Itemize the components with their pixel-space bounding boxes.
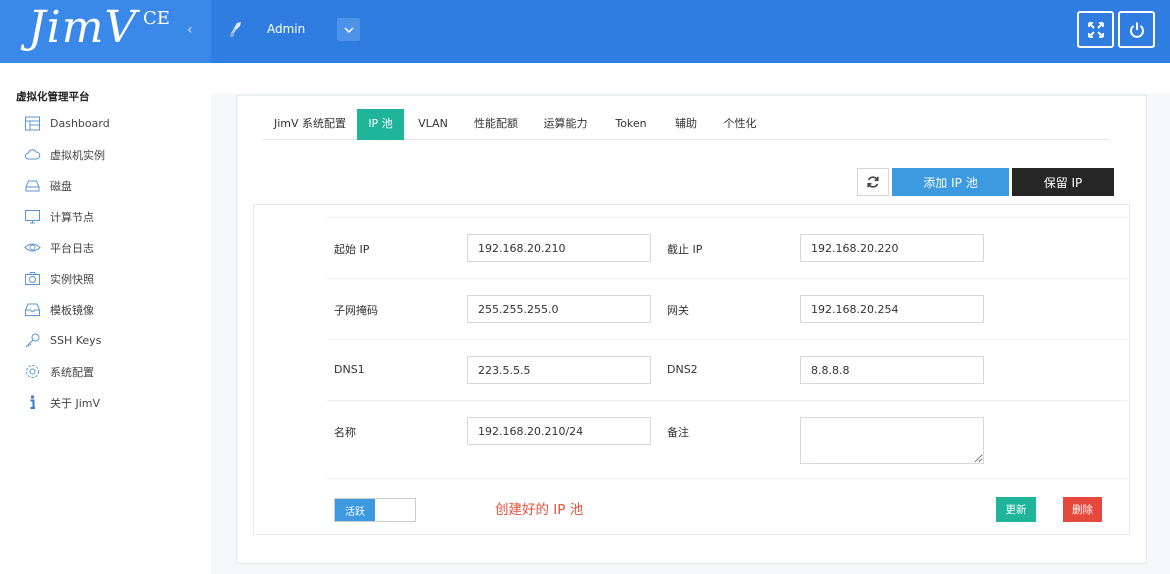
dns1-input[interactable]	[467, 356, 651, 384]
power-icon	[1129, 22, 1144, 38]
sidebar-item-snapshots[interactable]: 实例快照	[0, 263, 211, 294]
tab-system-config[interactable]: JimV 系统配置	[263, 109, 357, 140]
user-dropdown-button[interactable]	[337, 18, 360, 41]
sidebar-item-label: 计算节点	[50, 210, 94, 224]
sidebar-title: 虚拟化管理平台	[16, 91, 90, 103]
dashboard-icon	[25, 116, 40, 131]
gateway-label: 网关	[667, 304, 689, 317]
camera-icon	[25, 272, 40, 285]
user-avatar-icon[interactable]	[228, 21, 244, 39]
brand-area: JimV CE ‹	[0, 0, 211, 63]
tab-bar: JimV 系统配置 IP 池 VLAN 性能配额 运算能力 Token 辅助 个…	[263, 109, 1109, 140]
main-panel: JimV 系统配置 IP 池 VLAN 性能配额 运算能力 Token 辅助 个…	[236, 95, 1147, 564]
gateway-input[interactable]	[800, 295, 984, 323]
sidebar-item-settings[interactable]: 系统配置	[0, 356, 211, 387]
active-toggle[interactable]: 活跃	[334, 498, 416, 522]
dns1-label: DNS1	[334, 363, 365, 376]
tab-vlan[interactable]: VLAN	[404, 109, 462, 140]
inbox-icon	[25, 303, 40, 316]
remark-label: 备注	[667, 426, 689, 439]
end-ip-label: 截止 IP	[667, 243, 703, 256]
ip-pool-card: 起始 IP 截止 IP 子网掩码 网关 DNS1 DNS2 名称 备注 活跃 创…	[253, 204, 1130, 535]
sidebar-item-about[interactable]: 关于 JimV	[0, 387, 211, 418]
name-label: 名称	[334, 426, 356, 439]
chevron-down-icon	[343, 26, 354, 33]
refresh-icon	[867, 176, 879, 188]
tab-personalize[interactable]: 个性化	[711, 109, 769, 140]
reserve-ip-button[interactable]: 保留 IP	[1012, 168, 1114, 196]
active-toggle-label: 活跃	[335, 499, 375, 521]
monitor-icon	[25, 210, 40, 224]
key-icon	[25, 333, 40, 348]
eye-icon	[24, 243, 41, 252]
expand-icon	[1087, 21, 1104, 38]
tab-compute[interactable]: 运算能力	[530, 109, 601, 140]
app-logo[interactable]: JimV	[28, 2, 137, 53]
sidebar-item-label: 磁盘	[50, 179, 72, 193]
add-ip-pool-button[interactable]: 添加 IP 池	[892, 168, 1009, 196]
sidebar-item-label: 虚拟机实例	[50, 148, 105, 162]
netmask-label: 子网掩码	[334, 304, 378, 317]
sidebar-item-label: 平台日志	[50, 241, 94, 255]
sidebar-item-disks[interactable]: 磁盘	[0, 170, 211, 201]
tab-ip-pool[interactable]: IP 池	[357, 109, 404, 140]
sidebar-item-label: 模板镜像	[50, 303, 94, 317]
dns2-input[interactable]	[800, 356, 984, 384]
end-ip-input[interactable]	[800, 234, 984, 262]
sidebar: 虚拟化管理平台 Dashboard 虚拟机实例 磁盘 计算节点 平台日志 实例快…	[0, 63, 211, 574]
row-divider	[327, 400, 1127, 401]
annotation-note: 创建好的 IP 池	[495, 502, 584, 518]
sidebar-item-nodes[interactable]: 计算节点	[0, 201, 211, 232]
sidebar-item-logs[interactable]: 平台日志	[0, 232, 211, 263]
update-button[interactable]: 更新	[996, 497, 1036, 522]
start-ip-input[interactable]	[467, 234, 651, 262]
chevron-left-icon[interactable]: ‹	[187, 22, 193, 38]
row-divider	[327, 478, 1127, 479]
delete-button[interactable]: 删除	[1063, 497, 1102, 522]
tab-quota[interactable]: 性能配额	[462, 109, 530, 140]
start-ip-label: 起始 IP	[334, 243, 370, 256]
tab-token[interactable]: Token	[601, 109, 661, 140]
sidebar-item-label: SSH Keys	[50, 334, 102, 347]
fullscreen-button[interactable]	[1077, 11, 1114, 48]
sidebar-item-label: 关于 JimV	[50, 396, 101, 410]
sidebar-item-dashboard[interactable]: Dashboard	[0, 108, 211, 139]
refresh-button[interactable]	[857, 168, 889, 196]
content-top-bar	[211, 63, 1170, 93]
dns2-label: DNS2	[667, 363, 698, 376]
cloud-icon	[25, 149, 41, 160]
row-divider	[327, 278, 1127, 279]
sidebar-item-label: Dashboard	[50, 117, 110, 130]
info-icon	[30, 395, 35, 409]
sidebar-item-ssh-keys[interactable]: SSH Keys	[0, 325, 211, 356]
row-divider	[327, 217, 1127, 218]
app-logo-suffix: CE	[143, 8, 170, 29]
tab-helper[interactable]: 辅助	[661, 109, 711, 140]
sidebar-item-label: 实例快照	[50, 272, 94, 286]
sidebar-menu: Dashboard 虚拟机实例 磁盘 计算节点 平台日志 实例快照 模板镜像 S…	[0, 108, 211, 418]
top-header: JimV CE ‹ Admin	[0, 0, 1170, 63]
netmask-input[interactable]	[467, 295, 651, 323]
row-divider	[327, 339, 1127, 340]
remark-textarea[interactable]	[800, 417, 984, 464]
sidebar-item-templates[interactable]: 模板镜像	[0, 294, 211, 325]
gear-icon	[26, 365, 39, 378]
sidebar-item-instances[interactable]: 虚拟机实例	[0, 139, 211, 170]
user-name[interactable]: Admin	[267, 22, 305, 36]
name-input[interactable]	[467, 417, 651, 445]
disk-icon	[25, 180, 40, 192]
sidebar-item-label: 系统配置	[50, 365, 94, 379]
logout-button[interactable]	[1118, 11, 1155, 48]
